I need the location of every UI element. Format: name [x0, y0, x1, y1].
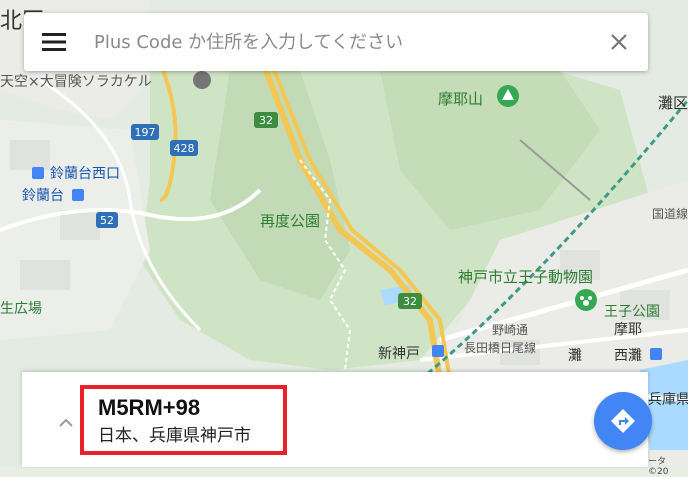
- route-badge-52: 52: [96, 212, 118, 228]
- label-hyogo-ken: 兵庫県立: [648, 391, 688, 408]
- station-icon: [432, 345, 444, 357]
- route-badge-32b: 32: [398, 293, 422, 309]
- svg-text:428: 428: [174, 142, 195, 155]
- route-badge-428: 428: [170, 140, 198, 156]
- close-icon: [611, 34, 627, 50]
- svg-text:197: 197: [135, 126, 156, 139]
- menu-button[interactable]: [34, 22, 74, 62]
- label-tenku: 天空×大冒険ソラカケル: [0, 74, 152, 90]
- label-saido-park: 再度公園: [260, 212, 320, 230]
- label-nagata-hashi: 長田橋日尾線: [464, 340, 536, 355]
- label-shin-kobe: 新神戸: [378, 346, 420, 362]
- route-badge-32a: 32: [254, 112, 278, 128]
- label-hiroba: 生広場: [0, 301, 42, 317]
- station-icon: [32, 167, 44, 179]
- label-suzurandai-nishiguchi: 鈴蘭台西口: [50, 166, 120, 182]
- map-copyright: ータ ©20: [648, 457, 669, 477]
- label-oji-park: 王子公園: [604, 304, 660, 320]
- station-icon: [650, 348, 662, 360]
- clear-button[interactable]: [604, 27, 634, 57]
- label-maya: 摩耶: [614, 321, 642, 338]
- plus-code: M5RM+98: [98, 395, 201, 420]
- directions-icon: [611, 409, 635, 433]
- search-input[interactable]: [92, 30, 576, 54]
- label-oji-zoo: 神戸市立王子動物園: [458, 268, 593, 286]
- station-icon: [72, 189, 84, 201]
- label-mount-maya: 摩耶山: [438, 90, 483, 108]
- label-nada: 灘: [568, 348, 582, 364]
- label-nishi-nada: 西灘: [614, 348, 642, 364]
- directions-button[interactable]: [594, 392, 652, 450]
- route-badge-197: 197: [131, 124, 159, 140]
- label-suzurandai: 鈴蘭台: [22, 188, 64, 204]
- label-nozaki: 野崎通: [492, 323, 528, 337]
- svg-text:32: 32: [259, 114, 273, 127]
- search-bar: [24, 13, 648, 71]
- result-panel: M5RM+98 日本、兵庫県神戸市: [22, 372, 652, 467]
- result-card: M5RM+98 日本、兵庫県神戸市: [80, 385, 287, 455]
- svg-text:32: 32: [403, 295, 417, 308]
- svg-text:52: 52: [100, 214, 114, 227]
- hamburger-icon: [42, 33, 66, 51]
- label-nada-ward: 灘区: [658, 94, 688, 112]
- label-kokudosen: 国道線: [652, 206, 688, 221]
- chevron-up-icon[interactable]: [56, 412, 76, 432]
- address-text: 日本、兵庫県神戸市: [98, 426, 251, 446]
